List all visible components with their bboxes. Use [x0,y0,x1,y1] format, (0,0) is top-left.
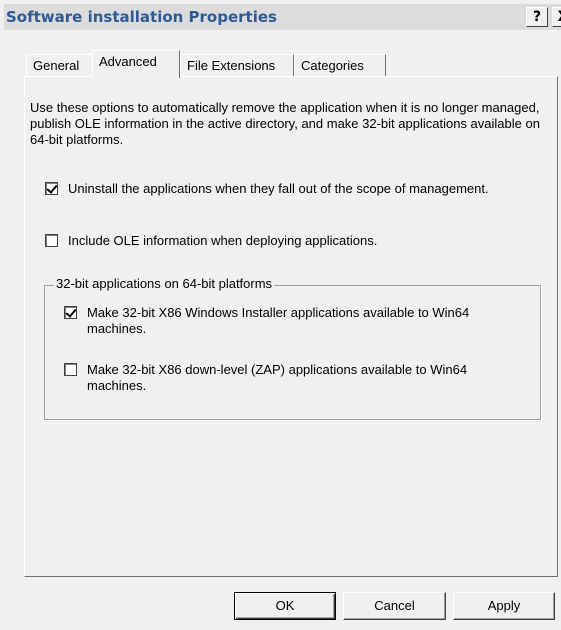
title-bar: Software installation Properties ? X [4,4,561,30]
make-x86-installer-row[interactable]: Make 32-bit X86 Windows Installer applic… [64,305,504,337]
tab-categories[interactable]: Categories [294,54,386,77]
include-ole-label: Include OLE information when deploying a… [68,233,378,248]
properties-dialog: Software installation Properties ? X Gen… [0,0,561,630]
window-title: Software installation Properties [6,8,277,26]
group-legend: 32-bit applications on 64-bit platforms [54,276,275,292]
uninstall-checkbox-row[interactable]: Uninstall the applications when they fal… [45,181,525,197]
make-x86-zap-row[interactable]: Make 32-bit X86 down-level (ZAP) applica… [64,362,504,394]
cancel-button[interactable]: Cancel [343,592,446,620]
tab-file-extensions[interactable]: File Extensions [180,54,294,77]
help-button[interactable]: ? [526,7,548,27]
make-x86-zap-checkbox[interactable] [64,363,77,376]
apply-button[interactable]: Apply [453,592,555,620]
close-button[interactable]: X [552,7,561,27]
description-text: Use these options to automatically remov… [30,100,540,147]
include-ole-checkbox-row[interactable]: Include OLE information when deploying a… [45,233,525,249]
make-x86-installer-checkbox[interactable] [64,306,77,319]
uninstall-checkbox[interactable] [45,182,58,195]
make-x86-installer-label: Make 32-bit X86 Windows Installer applic… [87,305,470,336]
include-ole-checkbox[interactable] [45,234,58,247]
ok-button[interactable]: OK [234,592,336,620]
make-x86-zap-label: Make 32-bit X86 down-level (ZAP) applica… [87,362,468,393]
uninstall-label: Uninstall the applications when they fal… [68,181,489,196]
tab-general[interactable]: General [26,54,94,77]
tab-advanced[interactable]: Advanced [92,50,180,78]
